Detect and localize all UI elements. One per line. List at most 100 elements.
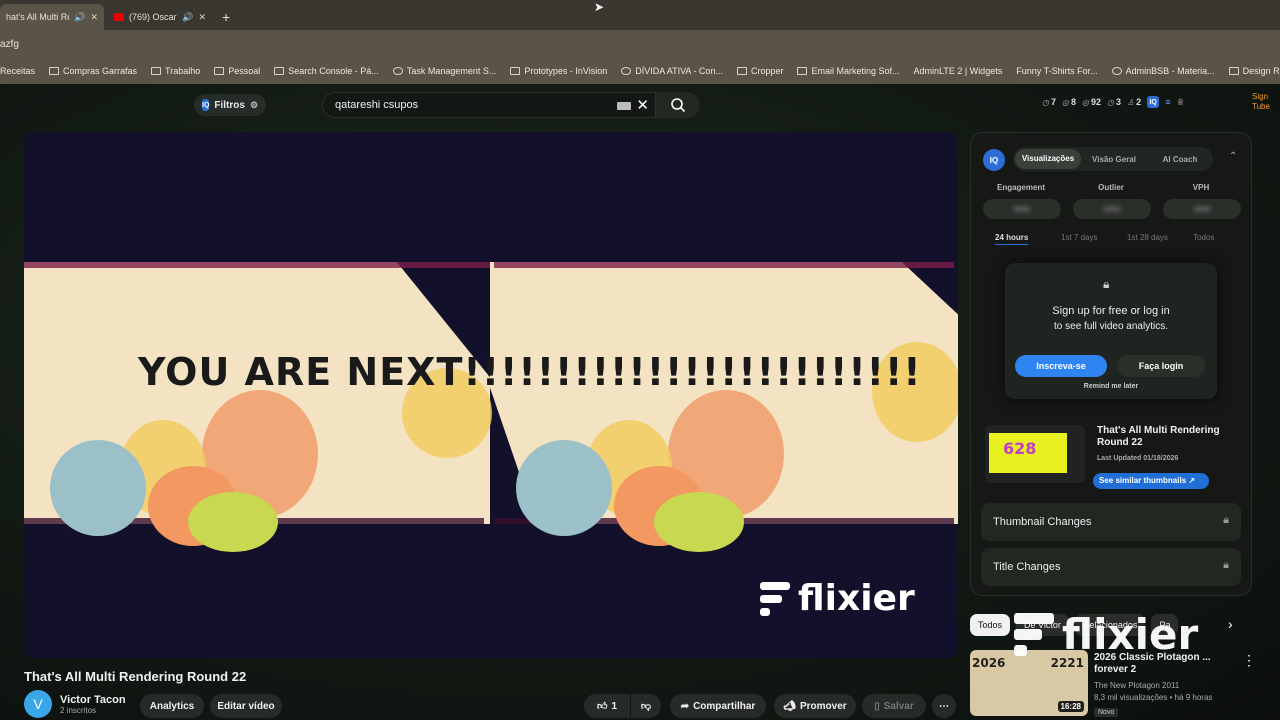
tab-visualizacoes[interactable]: Visualizações: [1015, 149, 1081, 169]
range-7-days[interactable]: 1st 7 days: [1061, 233, 1127, 242]
balloon: [516, 440, 612, 536]
like-count: 1: [611, 700, 617, 712]
keyboard-icon[interactable]: [617, 102, 631, 110]
title-changes-row[interactable]: Title Changes 🔒︎: [981, 548, 1241, 586]
recommended-video-thumbnail[interactable]: 2026 2221 16:28: [970, 650, 1088, 716]
task-icon: [392, 67, 403, 75]
bookmark-adminlte[interactable]: AdminLTE 2 | Widgets: [914, 66, 1003, 76]
bookmark-compras[interactable]: Compras Garrafas: [49, 66, 137, 76]
metric-label-vph: VPH: [1192, 183, 1210, 192]
flixier-text: flixier: [798, 578, 915, 619]
promote-button[interactable]: 📣︎ Promover: [774, 694, 856, 718]
folder-icon: [1228, 67, 1239, 75]
bookmark-label: Task Management S...: [406, 66, 497, 76]
analytics-button[interactable]: Analytics: [140, 694, 204, 718]
sliders-icon: ⚙: [249, 99, 259, 110]
bookmark-design-roupas[interactable]: Design Roupas: [1228, 66, 1280, 76]
more-options-icon[interactable]: ⋮: [1242, 652, 1256, 669]
bookmark-label: Receitas: [0, 66, 36, 76]
tab-visao-geral[interactable]: Visão Geral: [1081, 155, 1147, 164]
close-tab-icon[interactable]: ✕: [198, 12, 206, 23]
speaker-icon[interactable]: 🔊: [74, 12, 85, 23]
login-button[interactable]: Faça login: [1117, 355, 1205, 377]
thumbnail-changes-row[interactable]: Thumbnail Changes 🔒︎: [981, 503, 1241, 541]
channel-name[interactable]: Victor Tacon: [60, 694, 126, 706]
address-bar[interactable]: azfg: [0, 30, 1280, 58]
video-player[interactable]: YOU ARE NEXT!!!!!!!!!!!!!!!!!!!!!!!!! fl…: [24, 132, 958, 658]
save-button[interactable]: ▯ Salvar: [862, 694, 926, 718]
new-tab-button[interactable]: +: [216, 4, 236, 30]
search-input[interactable]: qatareshi csupos: [335, 99, 418, 111]
stat-value: 7: [1050, 97, 1056, 107]
see-similar-thumbnails-button[interactable]: See similar thumbnails ↗: [1093, 473, 1209, 489]
clear-search-icon[interactable]: ✕: [636, 96, 649, 114]
browser-tab-bar: hat's All Multi Rende 🔊 ✕ (769) Oscar Mi…: [0, 0, 1280, 30]
page-icon: [736, 67, 747, 75]
thumbnail-number: 628: [1003, 439, 1037, 458]
bookmark-funny-tshirts[interactable]: Funny T-Shirts For...: [1016, 66, 1097, 76]
tab-ai-coach[interactable]: AI Coach: [1147, 155, 1213, 164]
iq-logo-icon: IQ: [202, 99, 210, 111]
browser-tab-active[interactable]: hat's All Multi Rende 🔊 ✕: [0, 4, 104, 30]
glitch-bar: [494, 262, 954, 268]
search-button[interactable]: [656, 92, 700, 118]
bookmark-label: Pessoal: [228, 66, 261, 76]
menu-lines-icon[interactable]: ≡: [1165, 97, 1170, 107]
bookmark-search-console[interactable]: Search Console - Pá...: [274, 66, 379, 76]
stat-item: ♙ 2: [1127, 97, 1141, 107]
recommended-channel[interactable]: The New Plotagon 2011: [1094, 680, 1212, 692]
signup-button[interactable]: Inscreva-se: [1015, 355, 1107, 377]
invision-icon: [510, 67, 521, 75]
signin-line: Tube: [1252, 102, 1270, 111]
range-24-hours[interactable]: 24 hours: [995, 233, 1061, 242]
metric-label-outlier: Outlier: [1098, 183, 1124, 192]
stat-item: ◷ 3: [1107, 97, 1121, 107]
clock-icon: ◷: [1042, 97, 1049, 107]
bookmark-receitas[interactable]: Receitas: [0, 66, 35, 76]
range-28-days[interactable]: 1st 28 days: [1127, 233, 1193, 242]
search-box[interactable]: qatareshi csupos ✕: [322, 92, 656, 118]
glitch-bar: [24, 262, 490, 268]
chevron-right-icon[interactable]: ›: [1228, 616, 1233, 632]
bookmark-task-management[interactable]: Task Management S...: [392, 66, 497, 76]
eye-icon: ◎: [1062, 97, 1069, 107]
bookmark-adminbsb[interactable]: AdminBSB - Materia...: [1111, 66, 1215, 76]
bookmark-pessoal[interactable]: Pessoal: [214, 66, 260, 76]
bookmark-cropper[interactable]: Cropper: [736, 66, 783, 76]
flixier-watermark: flixier: [756, 578, 915, 619]
sign-in-link[interactable]: Sign Tube: [1252, 92, 1270, 112]
stat-value: 8: [1070, 97, 1076, 107]
bookmark-invision[interactable]: Prototypes - InVision: [510, 66, 607, 76]
remind-later-link[interactable]: Remind me later: [1005, 383, 1217, 390]
range-all[interactable]: Todos: [1193, 233, 1259, 242]
share-button[interactable]: ➦ Compartilhar: [670, 694, 766, 718]
browser-tab[interactable]: (769) Oscar Misbehaves at 🔊 ✕: [108, 4, 212, 30]
flixier-text: flixier: [1062, 610, 1199, 659]
edit-video-button[interactable]: Editar vídeo: [210, 694, 282, 718]
trophy-icon[interactable]: ♕: [1176, 97, 1184, 108]
tab-title: hat's All Multi Rende: [6, 12, 69, 22]
bookmark-divida-ativa[interactable]: DÍVIDA ATIVA - Con...: [621, 66, 723, 76]
bookmark-trabalho[interactable]: Trabalho: [151, 66, 200, 76]
filters-button[interactable]: IQ Filtros ⚙: [194, 94, 266, 116]
thumbnail-changes-label: Thumbnail Changes: [993, 516, 1092, 528]
metric-value-outlier-blurred: [1073, 199, 1151, 219]
iq-logo-icon[interactable]: IQ: [1147, 96, 1160, 108]
bookmark-label: Trabalho: [165, 66, 201, 76]
like-button[interactable]: 👍︎ 1: [584, 694, 630, 718]
save-label: Salvar: [883, 700, 914, 712]
bookmark-label: Funny T-Shirts For...: [1016, 66, 1098, 76]
more-actions-button[interactable]: ⋯: [932, 694, 956, 718]
filters-label: Filtros: [214, 99, 245, 111]
collapse-chevron-icon[interactable]: ⌃: [1229, 151, 1237, 162]
bookmark-email-marketing[interactable]: Email Marketing Sof...: [797, 66, 900, 76]
share-label: Compartilhar: [693, 700, 756, 712]
close-tab-icon[interactable]: ✕: [90, 12, 98, 23]
chip-all[interactable]: Todos: [970, 614, 1011, 636]
analytics-label: Analytics: [149, 700, 195, 712]
dislike-button[interactable]: 👎︎: [631, 694, 661, 718]
avatar[interactable]: V: [24, 690, 52, 718]
speaker-icon[interactable]: 🔊: [182, 12, 193, 23]
tab-title: (769) Oscar Misbehaves at: [129, 12, 177, 22]
more-icon: ⋯: [939, 700, 949, 712]
